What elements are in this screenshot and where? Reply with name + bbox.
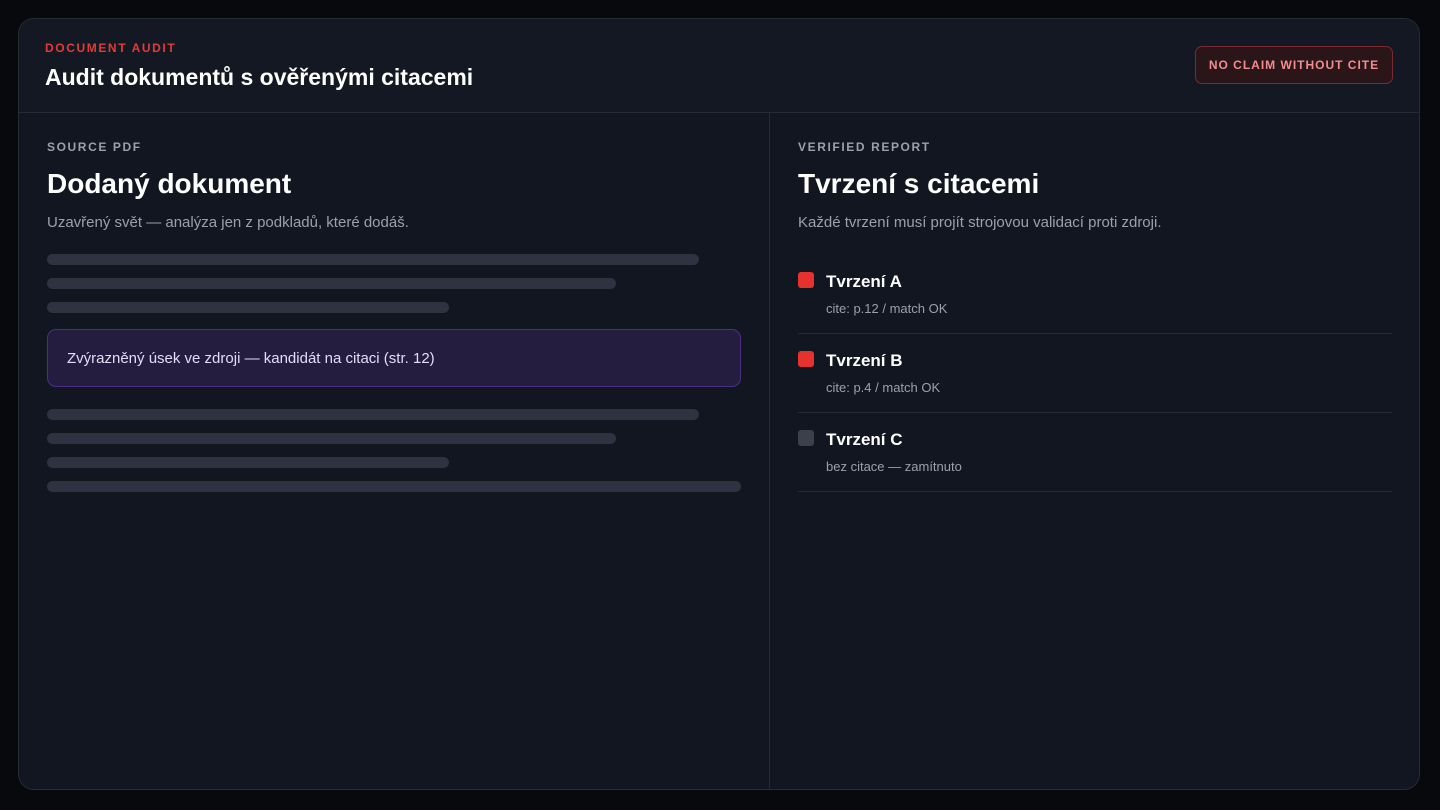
document-text-line: [47, 302, 449, 313]
source-panel: SOURCE PDF Dodaný dokument Uzavřený svět…: [19, 112, 770, 789]
claim-status-indicator: [798, 430, 814, 446]
claim-citation: cite: p.4 / match OK: [826, 380, 941, 395]
report-eyebrow: VERIFIED REPORT: [798, 140, 931, 154]
page-title: Audit dokumentů s ověřenými citacemi: [45, 64, 474, 90]
source-highlight[interactable]: Zvýrazněný úsek ve zdroji — kandidát na …: [47, 329, 741, 387]
audit-window: DOCUMENT AUDIT Audit dokumentů s ověřený…: [18, 18, 1420, 790]
claim-status-indicator: [798, 351, 814, 367]
claim-citation: bez citace — zamítnuto: [826, 459, 962, 474]
claim-citation: cite: p.12 / match OK: [826, 301, 948, 316]
claim-row[interactable]: Tvrzení C bez citace — zamítnuto: [798, 414, 1392, 492]
report-title: Tvrzení s citacemi: [798, 168, 1040, 199]
claim-title: Tvrzení B: [826, 351, 903, 370]
claim-row[interactable]: Tvrzení B cite: p.4 / match OK: [798, 335, 1392, 413]
claim-status-indicator: [798, 272, 814, 288]
report-panel: VERIFIED REPORT Tvrzení s citacemi Každé…: [770, 112, 1419, 789]
policy-badge: NO CLAIM WITHOUT CITE: [1195, 46, 1393, 84]
claim-title: Tvrzení C: [826, 430, 903, 449]
report-subtitle: Každé tvrzení musí projít strojovou vali…: [798, 214, 1162, 231]
claim-row[interactable]: Tvrzení A cite: p.12 / match OK: [798, 256, 1392, 334]
claims-list: Tvrzení A cite: p.12 / match OK Tvrzení …: [798, 256, 1392, 493]
source-title: Dodaný dokument: [47, 168, 292, 199]
document-text-line: [47, 278, 616, 289]
document-text-line: [47, 254, 699, 265]
document-text-line: [47, 433, 616, 444]
document-text-line: [47, 481, 741, 492]
document-text-line: [47, 409, 699, 420]
section-kicker: DOCUMENT AUDIT: [45, 41, 177, 55]
source-eyebrow: SOURCE PDF: [47, 140, 142, 154]
document-text-line: [47, 457, 449, 468]
claim-title: Tvrzení A: [826, 272, 902, 291]
source-subtitle: Uzavřený svět — analýza jen z podkladů, …: [47, 214, 409, 231]
header: DOCUMENT AUDIT Audit dokumentů s ověřený…: [19, 19, 1419, 113]
